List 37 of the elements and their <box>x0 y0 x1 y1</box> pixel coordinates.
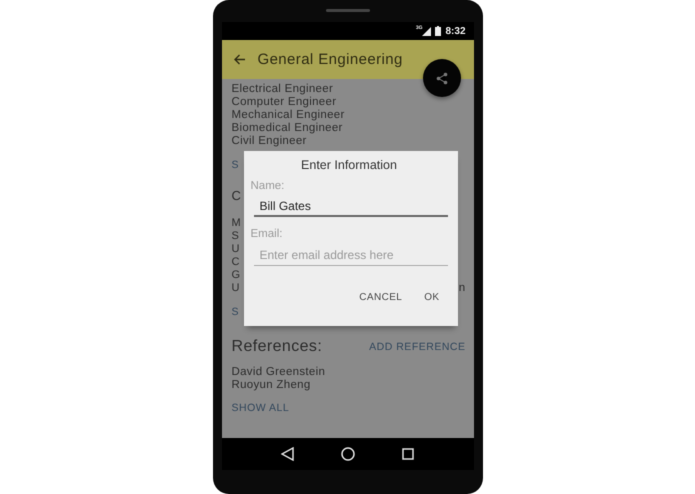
references-heading: References: <box>232 338 322 356</box>
section-item: U <box>232 243 240 256</box>
reference-item: Ruoyun Zheng <box>232 379 312 392</box>
section-item: S <box>232 230 239 243</box>
back-icon[interactable] <box>281 447 294 461</box>
specialty-item: Computer Engineer <box>232 96 338 109</box>
section-item: U <box>232 282 240 295</box>
app-bar-title: General Engineering <box>258 51 403 68</box>
speaker-grille <box>326 9 370 12</box>
share-icon <box>436 72 448 84</box>
field-label: Email: <box>250 227 284 241</box>
text-field[interactable]: Enter email address here <box>254 244 448 266</box>
specialty-item: Biomedical Engineer <box>232 122 344 135</box>
specialty-item: Mechanical Engineer <box>232 109 346 122</box>
show-all-link[interactable]: S <box>232 306 240 319</box>
section-heading: C <box>232 187 242 205</box>
add-reference-link[interactable]: ADD REFERENCE <box>369 340 466 354</box>
text-field[interactable]: Bill Gates <box>254 196 448 217</box>
show-all-link[interactable]: SHOW ALL <box>232 402 290 415</box>
specialty-item: Civil Engineer <box>232 135 308 148</box>
dialog-button[interactable]: CANCEL <box>351 288 410 307</box>
section-item: M <box>232 217 241 230</box>
battery-icon <box>435 26 442 36</box>
section-item: n <box>458 282 466 295</box>
show-all-link[interactable]: S <box>232 159 240 172</box>
back-arrow-icon[interactable] <box>234 54 246 65</box>
dialog-title: Enter Information <box>300 158 398 173</box>
section-item: G <box>232 269 240 282</box>
reference-item: David Greenstein <box>232 366 326 379</box>
home-icon[interactable] <box>341 447 355 461</box>
dialog-button[interactable]: OK <box>416 288 448 307</box>
signal-icon <box>422 26 432 36</box>
clock-time: 8:32 <box>445 26 466 36</box>
section-item: C <box>232 256 240 269</box>
specialty-item: Electrical Engineer <box>232 83 334 96</box>
recents-icon[interactable] <box>402 448 414 460</box>
field-label: Name: <box>250 179 286 193</box>
